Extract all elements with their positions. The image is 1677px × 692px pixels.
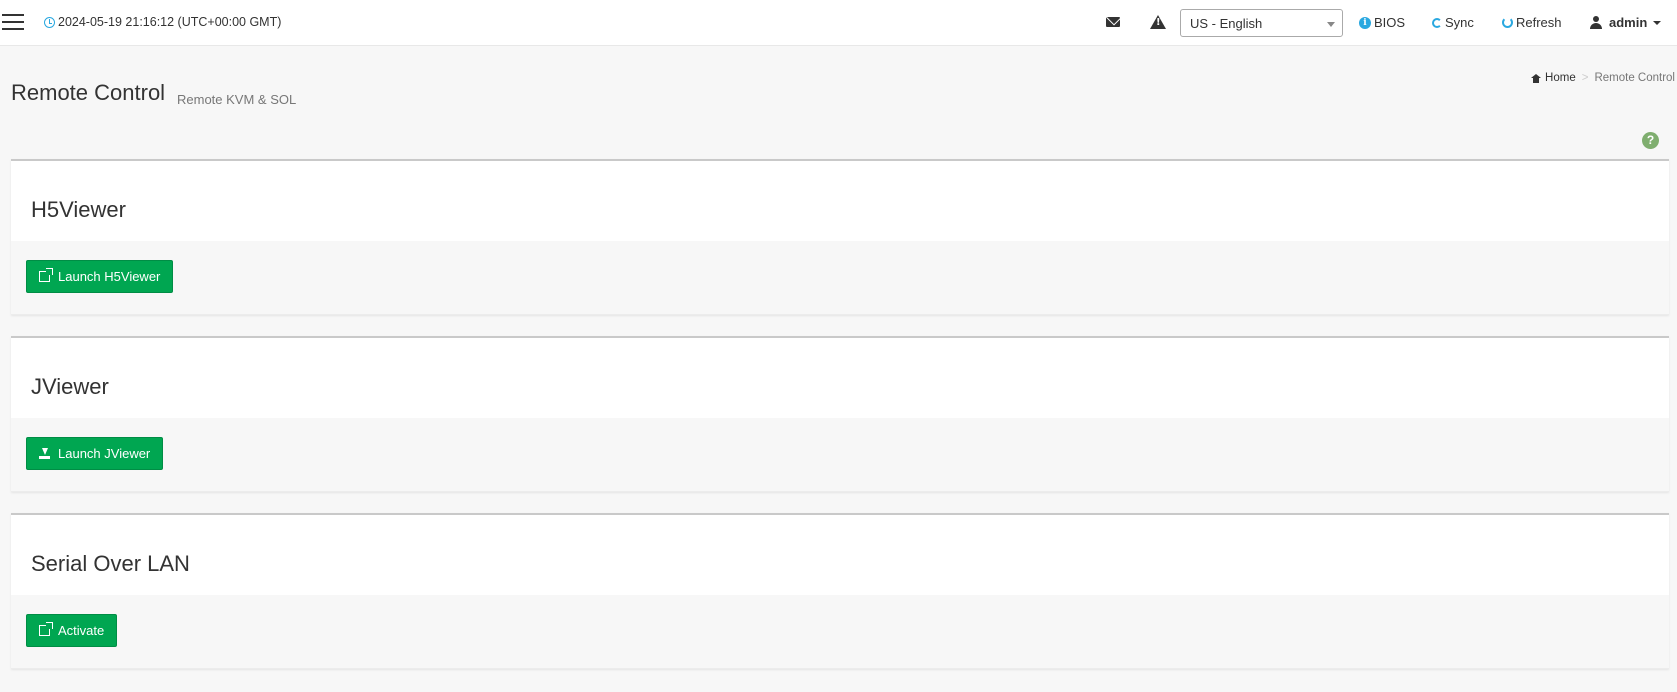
language-select[interactable]: US - English <box>1180 9 1343 37</box>
bios-label: BIOS <box>1374 15 1406 30</box>
sol-title: Serial Over LAN <box>31 551 190 576</box>
sync-icon <box>1432 17 1442 28</box>
dropdown-arrow-icon <box>1327 22 1335 27</box>
jviewer-panel: JViewer Launch JViewer <box>11 336 1669 492</box>
datetime-text: 2024-05-19 21:16:12 (UTC+00:00 GMT) <box>58 15 282 29</box>
user-label: admin <box>1609 15 1648 30</box>
refresh-label: Refresh <box>1516 15 1562 30</box>
top-navbar: 2024-05-19 21:16:12 (UTC+00:00 GMT) US -… <box>0 0 1677 46</box>
user-icon <box>1590 16 1602 29</box>
user-menu[interactable]: admin <box>1590 15 1662 30</box>
sol-panel-body: Activate <box>11 595 1669 669</box>
server-datetime: 2024-05-19 21:16:12 (UTC+00:00 GMT) <box>44 15 281 29</box>
warning-icon[interactable] <box>1150 15 1166 29</box>
page-subtitle: Remote KVM & SOL <box>177 92 297 107</box>
h5viewer-panel-body: Launch H5Viewer <box>11 241 1669 315</box>
breadcrumb-current: Remote Control <box>1594 72 1675 84</box>
breadcrumb: Home > Remote Control <box>1531 72 1675 84</box>
sync-label: Sync <box>1445 15 1474 30</box>
menu-toggle-icon[interactable] <box>2 14 24 32</box>
launch-h5viewer-button[interactable]: Launch H5Viewer <box>26 260 174 293</box>
activate-sol-label: Activate <box>58 623 105 638</box>
launch-jviewer-label: Launch JViewer <box>58 446 151 461</box>
sync-link[interactable]: Sync <box>1432 15 1474 30</box>
h5viewer-panel: H5Viewer Launch H5Viewer <box>11 159 1669 315</box>
language-selected: US - English <box>1190 16 1263 31</box>
envelope-icon[interactable] <box>1106 17 1120 27</box>
external-link-icon <box>39 268 53 282</box>
breadcrumb-home-label: Home <box>1545 72 1576 84</box>
refresh-link[interactable]: Refresh <box>1502 15 1562 30</box>
bios-link[interactable]: i BIOS <box>1359 15 1405 30</box>
home-icon <box>1531 73 1542 83</box>
breadcrumb-separator: > <box>1581 72 1589 84</box>
activate-sol-button[interactable]: Activate <box>26 614 118 647</box>
external-link-icon <box>39 622 53 636</box>
launch-jviewer-button[interactable]: Launch JViewer <box>26 437 164 470</box>
info-icon: i <box>1359 16 1371 29</box>
jviewer-title: JViewer <box>31 374 109 399</box>
launch-h5viewer-label: Launch H5Viewer <box>58 269 161 284</box>
sol-panel: Serial Over LAN Activate <box>11 513 1669 669</box>
jviewer-panel-body: Launch JViewer <box>11 418 1669 492</box>
h5viewer-title: H5Viewer <box>31 197 126 222</box>
caret-down-icon <box>1653 20 1662 25</box>
page-title: Remote Control <box>11 80 166 105</box>
clock-icon <box>44 16 55 28</box>
breadcrumb-home[interactable]: Home <box>1531 72 1576 84</box>
download-icon <box>39 448 50 459</box>
refresh-icon <box>1502 17 1513 28</box>
help-icon[interactable]: ? <box>1642 132 1659 149</box>
